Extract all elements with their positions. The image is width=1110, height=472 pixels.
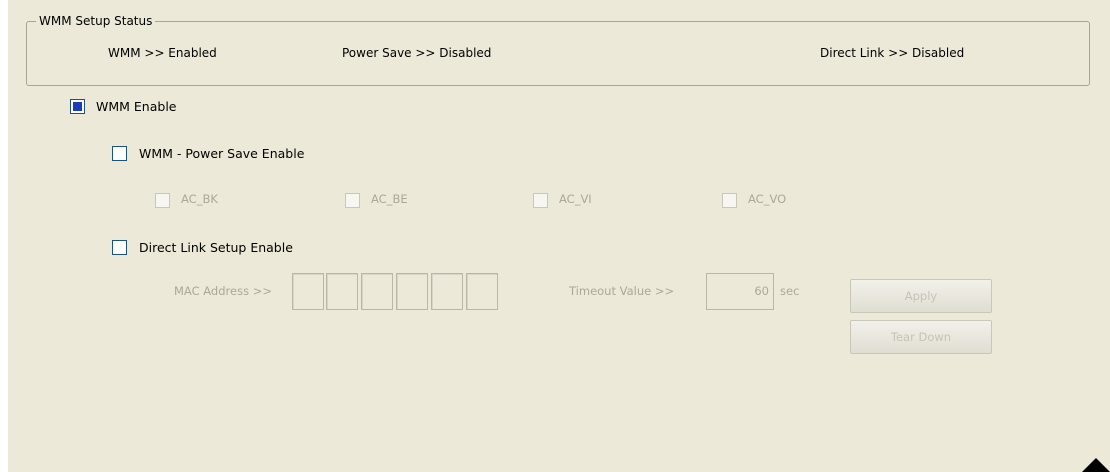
- wmm-status-legend: WMM Setup Status: [36, 14, 156, 28]
- ac-vo-label: AC_VO: [748, 192, 787, 206]
- direct-link-status-text: Direct Link >> Disabled: [820, 46, 965, 60]
- ac-be-checkbox[interactable]: [345, 193, 360, 208]
- scroll-up-arrow-icon[interactable]: [1082, 458, 1110, 472]
- timeout-label: Timeout Value >>: [569, 284, 675, 298]
- apply-button[interactable]: Apply: [850, 279, 992, 313]
- mac-octet-3-input[interactable]: [361, 273, 393, 310]
- wmm-enable-checkbox[interactable]: [70, 99, 85, 114]
- timeout-unit: sec: [780, 284, 800, 298]
- tear-down-button[interactable]: Tear Down: [850, 320, 992, 354]
- mac-address-label: MAC Address >>: [174, 284, 272, 298]
- ac-be-label: AC_BE: [371, 192, 408, 206]
- mac-octet-1-input[interactable]: [292, 273, 324, 310]
- direct-link-enable-label[interactable]: Direct Link Setup Enable: [139, 240, 293, 255]
- power-save-enable-checkbox[interactable]: [112, 146, 127, 161]
- power-save-status-text: Power Save >> Disabled: [342, 46, 492, 60]
- wmm-enable-label[interactable]: WMM Enable: [96, 99, 176, 114]
- mac-octet-2-input[interactable]: [326, 273, 358, 310]
- timeout-input[interactable]: 60: [706, 273, 774, 310]
- ac-vi-checkbox[interactable]: [533, 193, 548, 208]
- direct-link-enable-checkbox[interactable]: [112, 240, 127, 255]
- wmm-settings-panel: WMM Setup Status WMM >> Enabled Power Sa…: [8, 0, 1110, 472]
- power-save-enable-label[interactable]: WMM - Power Save Enable: [139, 146, 304, 161]
- mac-octet-6-input[interactable]: [466, 273, 498, 310]
- ac-bk-label: AC_BK: [181, 192, 218, 206]
- mac-octet-4-input[interactable]: [396, 273, 428, 310]
- wmm-status-text: WMM >> Enabled: [108, 46, 217, 60]
- mac-octet-5-input[interactable]: [431, 273, 463, 310]
- ac-vi-label: AC_VI: [559, 192, 592, 206]
- ac-bk-checkbox[interactable]: [155, 193, 170, 208]
- ac-vo-checkbox[interactable]: [722, 193, 737, 208]
